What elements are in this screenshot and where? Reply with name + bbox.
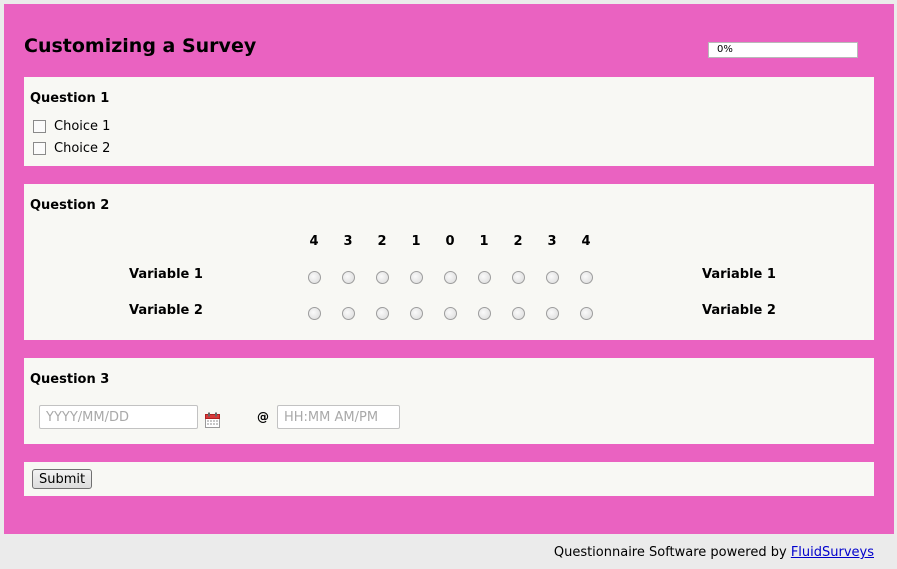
row-2-radio-6[interactable] <box>478 307 491 320</box>
row-1-radio-1[interactable] <box>308 271 321 284</box>
row-2-radio-8[interactable] <box>546 307 559 320</box>
row-1-right-label: Variable 1 <box>702 267 776 282</box>
row-2-radio-1[interactable] <box>308 307 321 320</box>
row-1-radio-2[interactable] <box>342 271 355 284</box>
row-1-radio-8[interactable] <box>546 271 559 284</box>
progress-bar: 0% <box>708 42 858 58</box>
choice-2-checkbox[interactable] <box>33 142 46 155</box>
at-separator: @ <box>257 410 269 424</box>
choice-1[interactable]: Choice 1 <box>33 119 110 134</box>
row-2-radio-2[interactable] <box>342 307 355 320</box>
row-1-left-label: Variable 1 <box>129 267 203 282</box>
question-1-title: Question 1 <box>30 91 110 106</box>
row-2-left-label: Variable 2 <box>129 303 203 318</box>
row-1-radio-6[interactable] <box>478 271 491 284</box>
footer-text: Questionnaire Software powered by <box>553 545 787 560</box>
question-1-panel: Question 1 Choice 1 Choice 2 <box>24 77 874 166</box>
row-1-radio-3[interactable] <box>376 271 389 284</box>
choice-1-checkbox[interactable] <box>33 120 46 133</box>
question-2-panel: Question 2 Variable 1 Variable 1 Variabl… <box>24 184 874 340</box>
scale-value-9: 4 <box>581 234 591 249</box>
survey-frame: Customizing a Survey 0% Question 1 Choic… <box>4 4 894 534</box>
choice-2[interactable]: Choice 2 <box>33 141 110 156</box>
row-1-radio-7[interactable] <box>512 271 525 284</box>
scale-value-5: 0 <box>445 234 455 249</box>
scale-value-8: 3 <box>547 234 557 249</box>
row-1-radio-4[interactable] <box>410 271 423 284</box>
row-2-radio-9[interactable] <box>580 307 593 320</box>
row-2-radio-7[interactable] <box>512 307 525 320</box>
progress-text: 0% <box>717 44 733 55</box>
row-1-radio-9[interactable] <box>580 271 593 284</box>
calendar-icon[interactable] <box>205 412 220 428</box>
row-2-radio-5[interactable] <box>444 307 457 320</box>
scale-value-3: 2 <box>377 234 387 249</box>
date-input[interactable] <box>39 405 198 429</box>
row-2-right-label: Variable 2 <box>702 303 776 318</box>
question-2-title: Question 2 <box>30 198 110 213</box>
choice-2-label: Choice 2 <box>54 141 111 156</box>
scale-value-2: 3 <box>343 234 353 249</box>
scale-value-7: 2 <box>513 234 523 249</box>
footer: Questionnaire Software powered by FluidS… <box>554 545 874 560</box>
scale-value-1: 4 <box>309 234 319 249</box>
scale-value-6: 1 <box>479 234 489 249</box>
time-input[interactable] <box>277 405 400 429</box>
scale-value-4: 1 <box>411 234 421 249</box>
choice-1-label: Choice 1 <box>54 119 111 134</box>
row-2-radio-4[interactable] <box>410 307 423 320</box>
question-3-title: Question 3 <box>30 372 110 387</box>
submit-panel: Submit <box>24 462 874 496</box>
survey-title: Customizing a Survey <box>24 35 257 57</box>
row-2-radio-3[interactable] <box>376 307 389 320</box>
fluidsurveys-link[interactable]: FluidSurveys <box>791 545 874 560</box>
question-3-panel: Question 3 @ <box>24 358 874 444</box>
row-1-radio-5[interactable] <box>444 271 457 284</box>
submit-button[interactable]: Submit <box>32 469 93 489</box>
